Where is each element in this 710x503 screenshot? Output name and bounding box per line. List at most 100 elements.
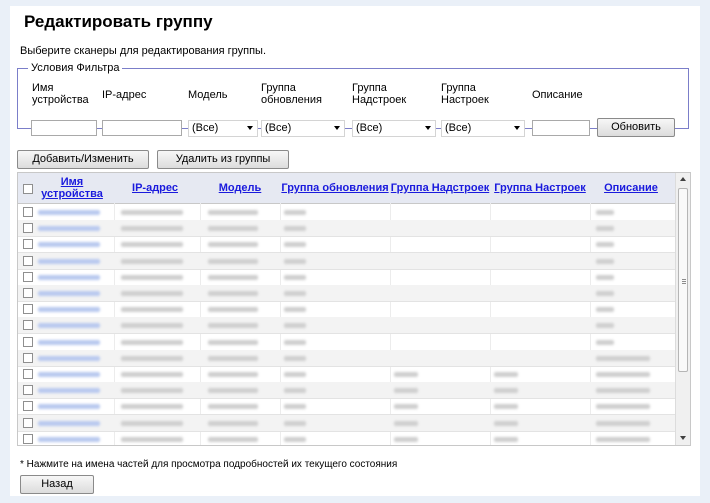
vertical-scrollbar[interactable] (675, 173, 690, 445)
table-row[interactable] (18, 414, 675, 432)
device-name-link[interactable] (38, 404, 100, 410)
footnote: * Нажмите на имена частей для просмотра … (20, 459, 398, 470)
table-row[interactable] (18, 398, 675, 416)
column-header-update-group[interactable]: Группа обновления (280, 173, 390, 203)
model-filter-label: Модель (188, 89, 228, 101)
table-row[interactable] (18, 220, 675, 238)
device-name-link[interactable] (38, 436, 100, 442)
device-name-link[interactable] (38, 258, 100, 264)
table-cell (208, 242, 258, 248)
device-name-link[interactable] (38, 274, 100, 280)
row-checkbox[interactable] (23, 320, 33, 331)
select-all-checkbox[interactable] (23, 184, 33, 194)
table-header: Имя устройства IP-адрес Модель Группа об… (18, 173, 675, 204)
table-row[interactable] (18, 382, 675, 400)
table-cell (596, 372, 650, 377)
device-name-link[interactable] (38, 226, 100, 232)
device-name-link[interactable] (38, 388, 100, 394)
table-cell (121, 242, 183, 248)
row-checkbox[interactable] (23, 239, 33, 250)
column-header-settings-group[interactable]: Группа Надстроек (390, 173, 490, 203)
device-name-link[interactable] (38, 210, 100, 215)
device-name-link[interactable] (38, 420, 100, 426)
table-row[interactable] (18, 366, 675, 383)
update-group-filter-select[interactable]: (Все) (261, 120, 345, 137)
row-checkbox[interactable] (23, 207, 33, 217)
table-row[interactable] (18, 334, 675, 351)
page-subtitle: Выберите сканеры для редактирования груп… (20, 45, 267, 57)
remove-from-group-button[interactable]: Удалить из группы (157, 150, 289, 169)
row-checkbox[interactable] (23, 401, 33, 412)
row-checkbox[interactable] (23, 385, 33, 396)
table-row[interactable] (18, 301, 675, 319)
chevron-down-icon (425, 126, 431, 130)
device-name-filter-input[interactable] (31, 120, 97, 136)
table-cell (596, 404, 650, 410)
model-filter-select[interactable]: (Все) (188, 120, 258, 137)
table-cell (596, 274, 614, 280)
device-name-link[interactable] (38, 355, 100, 361)
table-row[interactable] (18, 269, 675, 286)
device-name-link[interactable] (38, 242, 100, 248)
row-checkbox[interactable] (23, 336, 33, 347)
column-header-device-name[interactable]: Имя устройства (37, 173, 107, 203)
table-cell (121, 355, 183, 361)
table-cell (284, 355, 306, 361)
table-cell (394, 436, 418, 442)
table-cell (121, 274, 183, 280)
scroll-down-icon[interactable] (680, 436, 686, 440)
table-cell (284, 291, 306, 296)
table-cell (596, 258, 614, 264)
table-row[interactable] (18, 431, 675, 445)
table-cell (494, 436, 518, 442)
ip-filter-label: IP-адрес (102, 89, 147, 101)
row-checkbox[interactable] (23, 369, 33, 379)
table-row[interactable] (18, 252, 675, 270)
add-edit-group-button[interactable]: Добавить/Изменить группу (17, 150, 149, 182)
top-band (10, 0, 700, 6)
table-row[interactable] (18, 285, 675, 302)
row-checkbox[interactable] (23, 288, 33, 298)
row-checkbox[interactable] (23, 304, 33, 315)
table-cell (394, 372, 418, 377)
column-header-description[interactable]: Описание (590, 173, 672, 203)
table-cell (121, 258, 183, 264)
column-header-settings-group2[interactable]: Группа Настроек (490, 173, 590, 203)
table-cell (121, 436, 183, 442)
row-checkbox[interactable] (23, 271, 33, 282)
row-checkbox[interactable] (23, 352, 33, 363)
table-row[interactable] (18, 317, 675, 335)
row-checkbox[interactable] (23, 223, 33, 234)
description-filter-input[interactable] (532, 120, 590, 136)
table-cell (494, 420, 518, 426)
table-cell (284, 274, 306, 280)
device-name-link[interactable] (38, 307, 100, 313)
table-cell (121, 420, 183, 426)
column-header-model[interactable]: Модель (200, 173, 280, 203)
row-checkbox[interactable] (23, 417, 33, 428)
table-row[interactable] (18, 349, 675, 367)
settings-group-filter-select[interactable]: (Все) (352, 120, 436, 137)
row-checkbox[interactable] (23, 433, 33, 444)
table-cell (208, 323, 258, 329)
refresh-button[interactable]: Обновить (597, 118, 675, 137)
table-cell (208, 388, 258, 394)
settings-group2-filter-select[interactable]: (Все) (441, 120, 525, 137)
table-cell (208, 339, 258, 345)
table-row[interactable] (18, 204, 675, 221)
scroll-up-icon[interactable] (680, 177, 686, 181)
table-cell (284, 404, 306, 410)
device-name-link[interactable] (38, 323, 100, 329)
device-name-link[interactable] (38, 339, 100, 345)
table-cell (284, 372, 306, 377)
device-name-link[interactable] (38, 291, 100, 296)
column-header-ip[interactable]: IP-адрес (114, 173, 196, 203)
table-cell (284, 436, 306, 442)
row-checkbox[interactable] (23, 255, 33, 266)
ip-filter-input[interactable] (102, 120, 182, 136)
back-button[interactable]: Назад (20, 475, 94, 494)
device-name-link[interactable] (38, 372, 100, 377)
table-row[interactable] (18, 236, 675, 254)
table-cell (494, 388, 518, 394)
scrollbar-thumb[interactable] (678, 188, 688, 372)
